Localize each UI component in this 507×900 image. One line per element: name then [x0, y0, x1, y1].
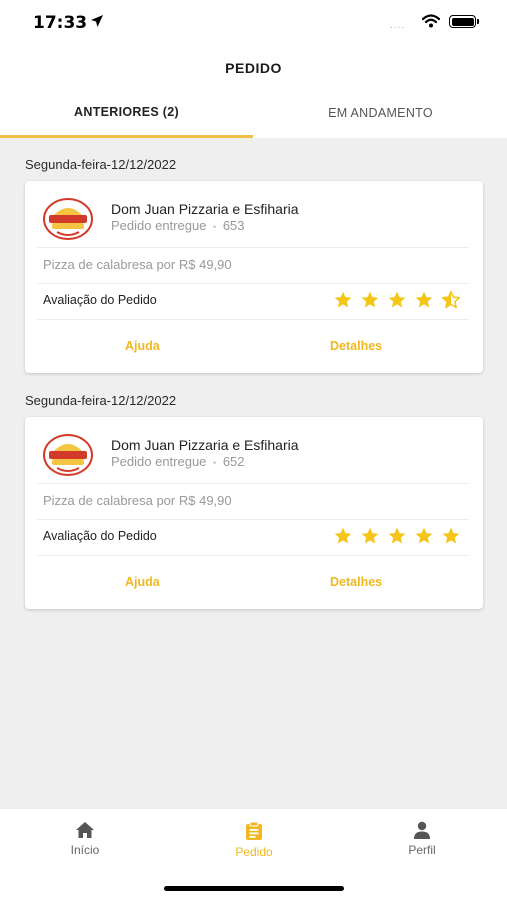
- nav-profile[interactable]: Perfil: [362, 821, 482, 857]
- help-button[interactable]: Ajuda: [125, 339, 160, 353]
- tab-in-progress[interactable]: EM ANDAMENTO: [254, 88, 507, 138]
- nav-order-label: Pedido: [235, 845, 273, 859]
- user-icon: [414, 821, 430, 839]
- star-full-icon[interactable]: [360, 526, 380, 546]
- divider: [37, 519, 469, 520]
- status-time: 17:33: [33, 13, 88, 33]
- nav-order[interactable]: Pedido: [194, 821, 314, 859]
- help-button[interactable]: Ajuda: [125, 575, 160, 589]
- nav-home-label: Início: [70, 843, 100, 857]
- order-date: Segunda-feira-12/12/2022: [25, 393, 177, 408]
- order-item-description: Pizza de calabresa por R$ 49,90: [43, 257, 232, 272]
- store-logo-icon: [43, 198, 93, 240]
- store-name: Dom Juan Pizzaria e Esfiharia: [111, 437, 299, 453]
- order-item-description: Pizza de calabresa por R$ 49,90: [43, 493, 232, 508]
- star-half-icon[interactable]: [441, 290, 461, 310]
- order-number: 652: [222, 454, 245, 469]
- nav-home[interactable]: Início: [25, 821, 145, 857]
- status-separator: •: [213, 458, 217, 468]
- divider: [37, 555, 469, 556]
- order-date: Segunda-feira-12/12/2022: [25, 157, 177, 172]
- page-title: PEDIDO: [225, 60, 282, 76]
- divider: [37, 483, 469, 484]
- star-full-icon[interactable]: [333, 526, 353, 546]
- signal-dots: ....: [390, 20, 406, 31]
- order-status-line: Pedido entregue • 653: [111, 218, 245, 233]
- battery-icon: [449, 15, 479, 28]
- order-card: Dom Juan Pizzaria e Esfiharia Pedido ent…: [25, 181, 483, 373]
- nav-profile-label: Perfil: [408, 843, 436, 857]
- home-indicator: [164, 886, 344, 891]
- store-name: Dom Juan Pizzaria e Esfiharia: [111, 201, 299, 217]
- order-status: Pedido entregue: [111, 454, 207, 469]
- star-full-icon[interactable]: [333, 290, 353, 310]
- clipboard-icon: [246, 821, 262, 840]
- tab-bar: ANTERIORES (2) EM ANDAMENTO: [0, 88, 507, 138]
- divider: [37, 283, 469, 284]
- star-full-icon[interactable]: [360, 290, 380, 310]
- header: PEDIDO: [0, 48, 507, 88]
- rating-stars[interactable]: [333, 290, 461, 310]
- details-button[interactable]: Detalhes: [330, 339, 382, 353]
- star-full-icon[interactable]: [414, 526, 434, 546]
- order-card: Dom Juan Pizzaria e Esfiharia Pedido ent…: [25, 417, 483, 609]
- star-full-icon[interactable]: [387, 526, 407, 546]
- orders-list: Segunda-feira-12/12/2022 Dom Juan Pizzar…: [0, 138, 507, 808]
- star-full-icon[interactable]: [387, 290, 407, 310]
- divider: [37, 247, 469, 248]
- status-separator: •: [213, 222, 217, 232]
- wifi-icon: [421, 14, 441, 33]
- tab-previous-orders[interactable]: ANTERIORES (2): [0, 88, 253, 138]
- order-number: 653: [222, 218, 245, 233]
- store-logo-icon: [43, 434, 93, 476]
- rating-label: Avaliação do Pedido: [43, 529, 157, 543]
- home-icon: [76, 822, 94, 838]
- details-button[interactable]: Detalhes: [330, 575, 382, 589]
- divider: [37, 319, 469, 320]
- rating-stars[interactable]: [333, 526, 461, 546]
- status-bar: 17:33 ....: [0, 0, 507, 48]
- star-full-icon[interactable]: [441, 526, 461, 546]
- star-full-icon[interactable]: [414, 290, 434, 310]
- order-status: Pedido entregue: [111, 218, 207, 233]
- rating-label: Avaliação do Pedido: [43, 293, 157, 307]
- order-status-line: Pedido entregue • 652: [111, 454, 245, 469]
- location-arrow-icon: [90, 14, 104, 33]
